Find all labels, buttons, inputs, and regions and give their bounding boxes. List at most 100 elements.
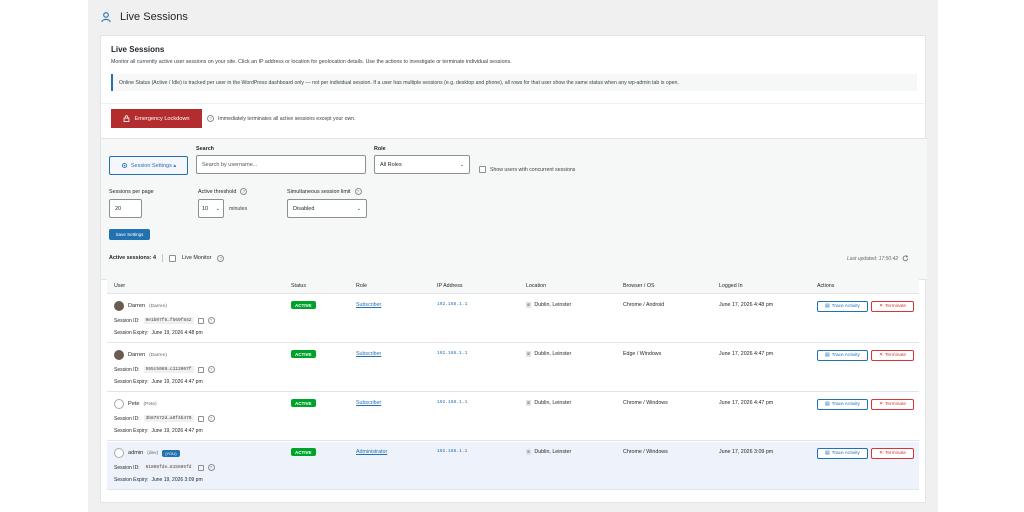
- user-display-name: (dev): [147, 450, 159, 456]
- session-id-line: Session ID: 595c5069…c112007f ?: [114, 366, 215, 373]
- status-badge: ACTIVE: [291, 301, 316, 309]
- role-link[interactable]: Administrator: [356, 449, 387, 455]
- help-icon[interactable]: ?: [207, 366, 215, 373]
- copy-icon[interactable]: [197, 464, 204, 471]
- table-row: Darren (Darren) Session ID: 595c5069…c11…: [107, 344, 919, 392]
- avatar: [114, 350, 124, 360]
- help-icon[interactable]: ?: [207, 464, 215, 471]
- user-cell: Darren (Darren): [114, 350, 167, 360]
- session-id-label: Session ID:: [114, 464, 140, 471]
- role-select-value: All Roles: [380, 161, 402, 168]
- help-icon[interactable]: ?: [354, 188, 362, 195]
- close-icon: ✕: [878, 402, 883, 407]
- terminate-button[interactable]: ✕ Terminate: [871, 350, 914, 361]
- col-status: Status: [291, 283, 307, 289]
- limit-select[interactable]: Disabled ⌄: [287, 199, 367, 218]
- status-badge: ACTIVE: [291, 448, 316, 456]
- browser-os: Edge / Windows: [623, 351, 662, 357]
- session-expiry-label: Session Expiry:: [114, 428, 149, 434]
- trace-icon: ▤: [825, 304, 830, 309]
- col-user: User: [114, 283, 126, 289]
- concurrent-filter[interactable]: Show users with concurrent sessions: [479, 166, 575, 173]
- terminate-label: Terminate: [884, 451, 907, 456]
- session-settings-button[interactable]: Session Settings ▴: [109, 156, 188, 175]
- table-row: Pete (Pete) Session ID: 3b87572d…a0f4b47…: [107, 393, 919, 441]
- session-expiry-line: Session Expiry: June 19, 2026 4:47 pm: [114, 379, 203, 385]
- session-expiry-label: Session Expiry:: [114, 330, 149, 336]
- help-icon[interactable]: ?: [207, 415, 215, 422]
- logged-in: June 17, 2026 4:48 pm: [719, 302, 774, 308]
- ip-link[interactable]: 192.168.1.1: [437, 449, 467, 454]
- role-select[interactable]: All Roles ⌄: [374, 155, 470, 174]
- logged-in: June 17, 2026 4:47 pm: [719, 351, 774, 357]
- threshold-select[interactable]: 10 ⌄: [198, 199, 224, 218]
- threshold-unit: minutes: [229, 206, 248, 212]
- trace-label: Trace Activity: [831, 353, 860, 358]
- trace-activity-button[interactable]: ▤ Trace Activity: [817, 399, 868, 410]
- user-display-name: (Darren): [149, 352, 167, 358]
- help-icon[interactable]: ?: [217, 254, 225, 262]
- emergency-lockdown-button[interactable]: Emergency Lockdown: [111, 109, 202, 128]
- location-link[interactable]: IE Dublin, Leinster: [526, 400, 571, 406]
- live-monitor-checkbox[interactable]: [169, 254, 177, 262]
- location-text: Dublin, Leinster: [534, 351, 572, 357]
- session-id-label: Session ID:: [114, 366, 140, 373]
- table-header: User Status Role IP Address Location Bro…: [107, 279, 919, 294]
- save-settings-button[interactable]: Save Settings: [109, 229, 150, 240]
- location-link[interactable]: IE Dublin, Leinster: [526, 302, 571, 308]
- help-icon[interactable]: ?: [207, 317, 215, 324]
- status-badge: ACTIVE: [291, 350, 316, 358]
- role-link[interactable]: Subscriber: [356, 302, 381, 308]
- gear-icon: [121, 162, 127, 169]
- ip-link[interactable]: 192.168.1.1: [437, 351, 467, 356]
- role-link[interactable]: Subscriber: [356, 400, 381, 406]
- copy-icon[interactable]: [197, 317, 204, 324]
- threshold-label-wrap: Active threshold ?: [198, 188, 248, 195]
- chevron-down-icon: ⌄: [356, 205, 361, 212]
- browser-os: Chrome / Windows: [623, 400, 668, 406]
- location-link[interactable]: IE Dublin, Leinster: [526, 449, 571, 455]
- sessions-summary: Active sessions: 4 Live Monitor ?: [109, 254, 225, 262]
- avatar: [114, 399, 124, 409]
- user-name: Darren: [128, 352, 146, 358]
- checkbox-icon[interactable]: [479, 166, 486, 173]
- user-display-name: (Darren): [149, 303, 167, 309]
- session-expiry-line: Session Expiry: June 19, 2026 3:09 pm: [114, 477, 203, 483]
- trace-activity-button[interactable]: ▤ Trace Activity: [817, 350, 868, 361]
- help-icon[interactable]: ?: [240, 188, 248, 195]
- role-label: Role: [374, 146, 386, 152]
- lock-icon: [124, 115, 130, 122]
- trace-activity-button[interactable]: ▤ Trace Activity: [817, 448, 868, 459]
- ip-link[interactable]: 192.168.1.1: [437, 302, 467, 307]
- location-text: Dublin, Leinster: [534, 400, 572, 406]
- page-title: Live Sessions: [120, 11, 188, 23]
- terminate-label: Terminate: [884, 353, 907, 358]
- session-expiry: June 19, 2026 4:47 pm: [151, 379, 203, 385]
- col-ip: IP Address: [437, 283, 463, 289]
- ip-link[interactable]: 192.168.1.1: [437, 400, 467, 405]
- per-page-input[interactable]: 20: [109, 199, 142, 218]
- role-link[interactable]: Subscriber: [356, 351, 381, 357]
- search-label: Search: [196, 146, 214, 152]
- location-link[interactable]: IE Dublin, Leinster: [526, 351, 571, 357]
- session-expiry: June 19, 2026 4:47 pm: [151, 428, 203, 434]
- help-icon[interactable]: ?: [207, 115, 214, 122]
- terminate-button[interactable]: ✕ Terminate: [871, 399, 914, 410]
- live-monitor-label: Live Monitor: [182, 255, 212, 261]
- copy-icon[interactable]: [197, 415, 204, 422]
- concurrent-label: Show users with concurrent sessions: [490, 166, 576, 173]
- search-input[interactable]: Search by username...: [196, 155, 366, 174]
- trace-activity-button[interactable]: ▤ Trace Activity: [817, 301, 868, 312]
- session-expiry-label: Session Expiry:: [114, 477, 149, 483]
- status-badge: ACTIVE: [291, 399, 316, 407]
- location-text: Dublin, Leinster: [534, 302, 572, 308]
- location-text: Dublin, Leinster: [534, 449, 572, 455]
- chevron-down-icon: ⌄: [215, 205, 220, 212]
- terminate-button[interactable]: ✕ Terminate: [871, 301, 914, 312]
- refresh-icon[interactable]: [902, 255, 909, 262]
- session-id-label: Session ID:: [114, 317, 140, 324]
- limit-value: Disabled: [293, 205, 315, 212]
- copy-icon[interactable]: [197, 366, 204, 373]
- terminate-button[interactable]: ✕ Terminate: [871, 448, 914, 459]
- user-cell: Darren (Darren): [114, 301, 167, 311]
